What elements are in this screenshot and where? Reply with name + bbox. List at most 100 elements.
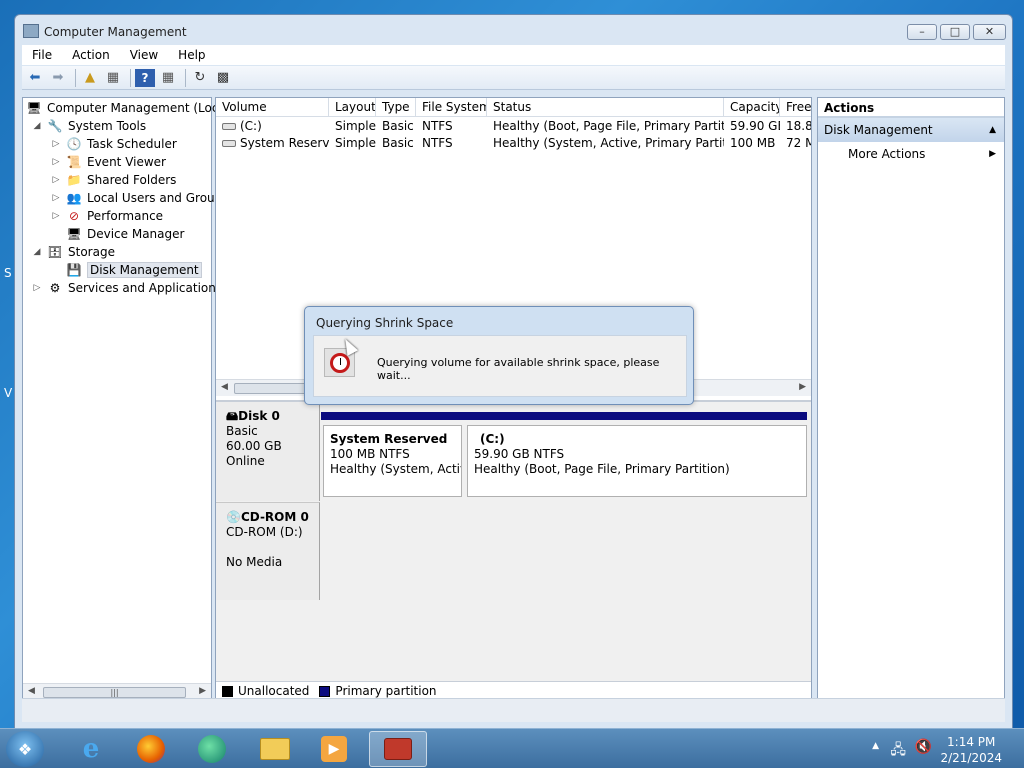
toolbar-divider (75, 68, 76, 87)
volume-row[interactable]: System Reserved Simple Basic NTFS Health… (216, 135, 811, 152)
firefox-icon[interactable] (122, 731, 180, 767)
disk-0-info[interactable]: 🖴Disk 0 Basic 60.00 GB Online (216, 402, 320, 501)
back-icon[interactable]: ⬅ (25, 69, 45, 87)
status-cell: Healthy (Boot, Page File, Primary Partit… (493, 119, 724, 133)
expand-icon[interactable]: ▷ (50, 193, 62, 203)
tree-item-device-manager[interactable]: 🖥 Device Manager (50, 225, 184, 243)
toolbar-divider (185, 68, 186, 87)
tree-item-system-tools[interactable]: ◢ 🔧 System Tools (31, 117, 147, 135)
column-layout[interactable]: Layout (329, 98, 376, 117)
menu-bar: File Action View Help (22, 45, 1005, 65)
desktop-glyph: S (4, 266, 12, 280)
tree-label: Local Users and Groups (87, 191, 229, 205)
menu-help[interactable]: Help (168, 48, 215, 62)
tree-item-disk-management[interactable]: 💾 Disk Management (50, 261, 202, 279)
tree-label: Disk Management (87, 262, 202, 278)
column-capacity[interactable]: Capacity (724, 98, 780, 117)
expand-icon[interactable]: ▷ (50, 139, 62, 149)
show-hide-action-pane-icon[interactable]: ▦ (158, 69, 178, 87)
cdrom-icon: 💿 (226, 510, 241, 524)
layout-cell: Simple (335, 119, 376, 133)
drive-icon (222, 140, 236, 147)
collapse-icon[interactable]: ◢ (31, 121, 43, 131)
unallocated-swatch (222, 685, 233, 697)
scroll-right-icon[interactable]: ▶ (199, 686, 206, 696)
collapse-section-icon[interactable]: ▲ (989, 118, 996, 142)
partition-system-reserved[interactable]: System Reserved 100 MB NTFS Healthy (Sys… (323, 425, 462, 497)
event-viewer-icon: 📜 (66, 155, 82, 169)
status-bar (22, 698, 1005, 722)
help-icon[interactable]: ? (135, 68, 155, 87)
column-free[interactable]: Free (780, 98, 811, 117)
tree-label: Task Scheduler (87, 137, 177, 151)
cdrom-drive: CD-ROM (D:) (226, 525, 303, 539)
expand-icon[interactable]: ▷ (50, 211, 62, 221)
dialog-body: Querying volume for available shrink spa… (313, 335, 687, 397)
column-status[interactable]: Status (487, 98, 724, 117)
close-button[interactable]: ✕ (973, 24, 1006, 40)
cdrom-0-info[interactable]: 💿CD-ROM 0 CD-ROM (D:) No Media (216, 502, 320, 600)
menu-file[interactable]: File (22, 48, 62, 62)
menu-view[interactable]: View (120, 48, 168, 62)
tree-item-event-viewer[interactable]: ▷ 📜 Event Viewer (50, 153, 166, 171)
network-icon[interactable]: 🖧 (890, 739, 906, 763)
tree-item-task-scheduler[interactable]: ▷ 🕓 Task Scheduler (50, 135, 177, 153)
internet-explorer-icon[interactable]: e (62, 731, 120, 767)
tree-item-performance[interactable]: ▷ ⊘ Performance (50, 207, 164, 225)
expand-icon[interactable]: ▷ (50, 175, 62, 185)
volume-muted-icon[interactable]: 🔇 (915, 739, 932, 755)
column-file-system[interactable]: File System (416, 98, 487, 117)
collapse-icon[interactable]: ◢ (31, 247, 43, 257)
disk-0-size: 60.00 GB (226, 439, 282, 453)
tree-item-computer-management[interactable]: 🖥 Computer Management (Local (26, 99, 229, 117)
tree-label: Device Manager (87, 227, 185, 241)
volume-list-header: Volume Layout Type File System Status Ca… (216, 98, 811, 117)
tree-label: System Tools (68, 119, 147, 133)
file-explorer-icon[interactable] (246, 731, 304, 767)
computer-management-taskbar-button[interactable] (369, 731, 427, 767)
show-hide-tree-icon[interactable]: ▦ (103, 69, 123, 87)
scroll-right-icon[interactable]: ▶ (799, 382, 806, 392)
disk-0-name: Disk 0 (238, 409, 280, 423)
querying-shrink-space-dialog: Querying Shrink Space Querying volume fo… (304, 306, 694, 405)
menu-action[interactable]: Action (62, 48, 120, 62)
actions-pane: Actions Disk Management ▲ More Actions ▶ (817, 97, 1005, 701)
media-player-icon[interactable]: ▶ (305, 731, 363, 767)
column-volume[interactable]: Volume (216, 98, 329, 117)
show-hidden-icons-icon[interactable]: ▲ (872, 741, 879, 751)
section-label: Disk Management (824, 123, 933, 137)
scroll-thumb[interactable]: ||| (43, 687, 186, 698)
volume-row[interactable]: (C:) Simple Basic NTFS Healthy (Boot, Pa… (216, 118, 811, 135)
maximize-button[interactable]: □ (940, 24, 970, 40)
actions-section-disk-management[interactable]: Disk Management ▲ (818, 118, 1004, 142)
start-button[interactable]: ❖ (6, 731, 44, 767)
tree-item-shared-folders[interactable]: ▷ 📁 Shared Folders (50, 171, 177, 189)
up-folder-icon[interactable]: ▲ (80, 69, 100, 87)
column-type[interactable]: Type (376, 98, 416, 117)
minimize-button[interactable]: – (907, 24, 937, 40)
more-actions-item[interactable]: More Actions ▶ (818, 142, 1004, 166)
legend-primary: Primary partition (335, 684, 437, 698)
partition-c[interactable]: (C:) 59.90 GB NTFS Healthy (Boot, Page F… (467, 425, 807, 497)
expand-icon[interactable]: ▷ (31, 283, 43, 293)
disk-0-type: Basic (226, 424, 258, 438)
title-bar[interactable]: Computer Management – □ ✕ (15, 15, 1012, 45)
properties-icon[interactable]: ▩ (213, 69, 233, 87)
computer-icon: 🖥 (26, 101, 42, 115)
legend-unallocated: Unallocated (238, 684, 310, 698)
expand-icon[interactable]: ▷ (50, 157, 62, 167)
status-cell: Healthy (System, Active, Primary Partiti… (493, 136, 724, 150)
tree-item-storage[interactable]: ◢ 🗄 Storage (31, 243, 115, 261)
partition-status: Healthy (System, Active, (330, 462, 461, 476)
scroll-left-icon[interactable]: ◀ (28, 686, 35, 696)
chat-app-icon[interactable] (183, 731, 241, 767)
device-manager-icon: 🖥 (66, 227, 82, 241)
dialog-title[interactable]: Querying Shrink Space (316, 316, 453, 330)
refresh-icon[interactable]: ↻ (190, 69, 210, 87)
users-icon: 👥 (66, 191, 82, 205)
clock[interactable]: 1:14 PM 2/21/2024 (940, 734, 1002, 766)
tree-item-services-applications[interactable]: ▷ ⚙ Services and Applications (31, 279, 223, 297)
tree-item-local-users-groups[interactable]: ▷ 👥 Local Users and Groups (50, 189, 229, 207)
scroll-left-icon[interactable]: ◀ (221, 382, 228, 392)
forward-icon[interactable]: ➡ (48, 69, 68, 87)
